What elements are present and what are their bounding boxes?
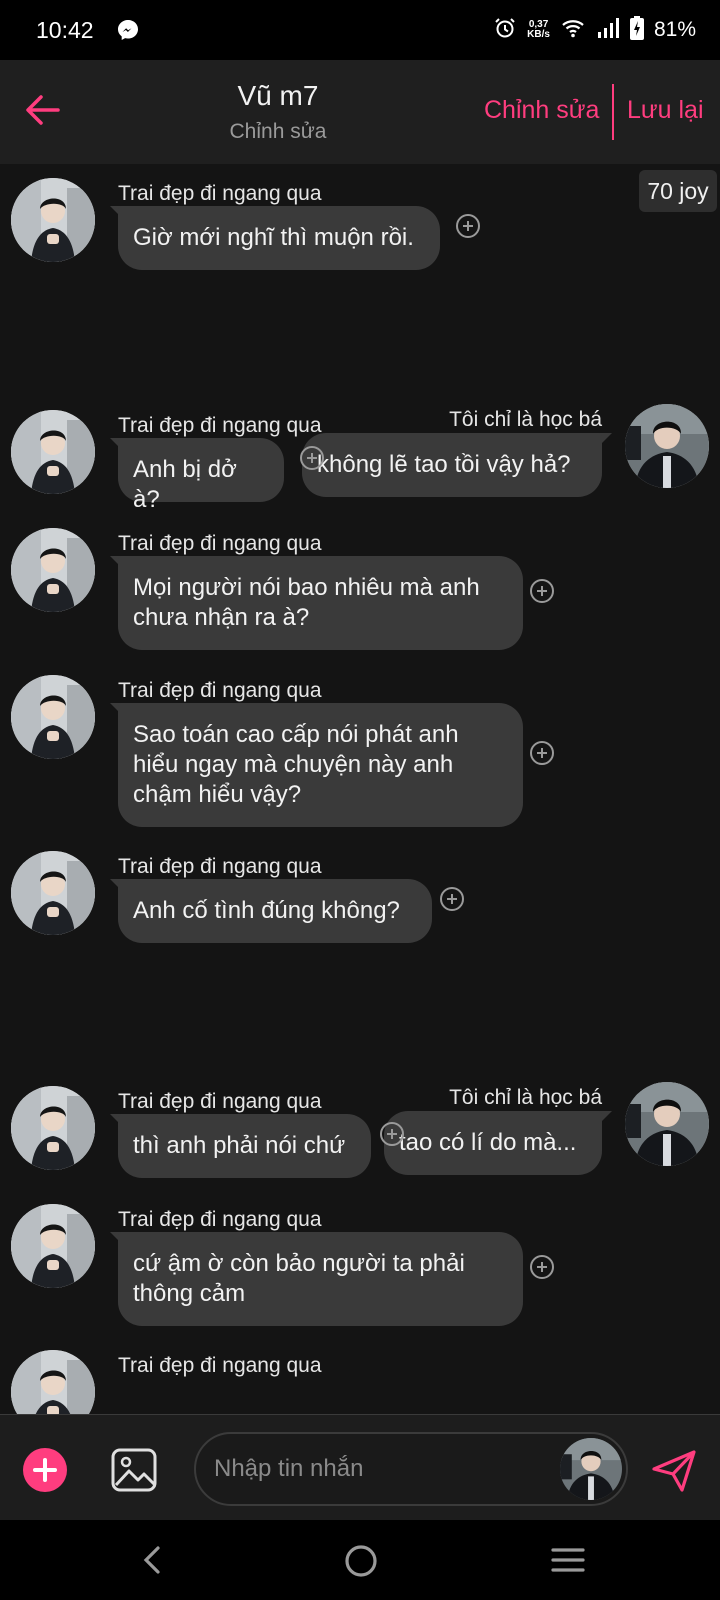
nav-home-button[interactable] [344,1544,378,1578]
sender-name: Trai đẹp đi ngang qua [118,532,322,555]
message-item: Trai đẹp đi ngang qua [0,1336,720,1414]
character-avatar-button[interactable] [560,1438,622,1500]
image-button[interactable] [110,1447,158,1493]
avatar[interactable] [11,851,95,935]
add-reaction-button[interactable] [529,1254,555,1280]
message-item: Tôi chỉ là học bá không lẽ tao tồi vậy hả… [0,274,720,497]
avatar[interactable] [11,675,95,759]
message-bubble[interactable]: Sao toán cao cấp nói phát anh hiểu ngay … [118,703,523,827]
add-reaction-button[interactable] [299,445,325,471]
avatar[interactable] [11,528,95,612]
battery-percent: 81% [653,18,696,41]
chat-header: Vũ m7 Chỉnh sửa Chỉnh sửa Lưu lại [0,60,720,164]
message-item: Trai đẹp đi ngang qua cứ ậm ờ còn bảo ngư… [0,1190,720,1330]
plus-circle-icon [440,887,464,911]
send-button[interactable] [650,1447,698,1495]
header-divider [612,84,614,140]
avatar[interactable] [11,1086,95,1170]
avatar[interactable] [11,410,95,494]
add-reaction-button[interactable] [439,886,465,912]
status-time: 10:42 [36,16,94,43]
battery-icon [629,15,644,45]
arrow-left-icon [26,95,60,125]
plus-circle-icon [530,579,554,603]
status-bar: 10:42 0,37 KB/s 81% [0,0,720,60]
sender-name: Trai đẹp đi ngang qua [118,182,322,205]
add-reaction-button[interactable] [455,213,481,239]
save-button[interactable]: Lưu lại [627,96,704,125]
message-item: Trai đẹp đi ngang qua Sao toán cao cấp nó… [0,661,720,831]
message-item: Trai đẹp đi ngang qua Mọi người nói bao n… [0,514,720,654]
nav-back-icon [143,1546,160,1574]
plus-circle-icon [300,446,324,470]
system-nav-bar [0,1520,720,1600]
messenger-icon [116,18,140,42]
edit-button[interactable]: Chỉnh sửa [484,96,599,125]
add-reaction-button[interactable] [529,578,555,604]
plus-circle-icon [380,1122,404,1146]
message-bubble[interactable]: Anh cố tình đúng không? [118,879,432,943]
message-input[interactable] [214,1451,544,1487]
send-icon [652,1450,696,1492]
chat-title: Vũ m7 [237,80,319,111]
add-reaction-button[interactable] [529,740,555,766]
message-bubble[interactable]: thì anh phải nói chứ [118,1114,371,1178]
message-item: Trai đẹp đi ngang qua Anh cố tình đúng kh… [0,837,720,957]
speed-unit: KB/s [527,29,550,40]
message-bubble[interactable]: Giờ mới nghĩ thì muộn rồi. [118,206,440,270]
message-bubble[interactable]: cứ ậm ờ còn bảo người ta phải thông cảm [118,1232,523,1326]
sender-name: Trai đẹp đi ngang qua [118,679,322,702]
avatar[interactable] [11,1204,95,1288]
wifi-icon [560,16,586,45]
plus-circle-icon [530,741,554,765]
nav-home-icon [345,1545,377,1577]
chat-subtitle: Chỉnh sửa [229,120,327,143]
add-button[interactable] [23,1448,67,1492]
message-bubble[interactable]: Mọi người nói bao nhiêu mà anh chưa nhận… [118,556,523,650]
add-reaction-button[interactable] [379,1121,405,1147]
sender-name: Trai đẹp đi ngang qua [118,1354,322,1377]
sender-name: Trai đẹp đi ngang qua [118,414,322,437]
sender-name: Trai đẹp đi ngang qua [118,1208,322,1231]
network-speed: 0,37 KB/s [527,20,550,40]
avatar-image [560,1438,622,1500]
alarm-icon [493,16,517,45]
nav-recents-button[interactable] [550,1544,586,1576]
sender-name: Trai đẹp đi ngang qua [118,1090,322,1113]
plus-icon [33,1458,57,1482]
image-icon [111,1448,157,1492]
avatar[interactable] [11,1350,95,1414]
message-item: Trai đẹp đi ngang qua Giờ mới nghĩ thì mu… [0,164,720,284]
message-bubble[interactable]: Anh bị dở à? [118,438,284,513]
nav-menu-icon [551,1548,585,1572]
message-item: Trai đẹp đi ngang qua Anh bị dở à? [0,396,720,516]
message-item: Trai đẹp đi ngang qua thì anh phải nói ch… [0,1072,720,1192]
plus-circle-icon [530,1255,554,1279]
nav-back-button[interactable] [138,1540,168,1580]
avatar[interactable] [11,178,95,262]
message-list[interactable]: 70 joy Trai đẹp đi ngang qua Giờ mới nghĩ… [0,164,720,1414]
signal-icon [596,16,620,45]
message-input-container [194,1432,628,1506]
message-item: Tôi chỉ là học bá tao có lí do mà... [0,952,720,1175]
message-composer [0,1414,720,1520]
plus-circle-icon [456,214,480,238]
back-button[interactable] [22,90,62,130]
sender-name: Trai đẹp đi ngang qua [118,855,322,878]
